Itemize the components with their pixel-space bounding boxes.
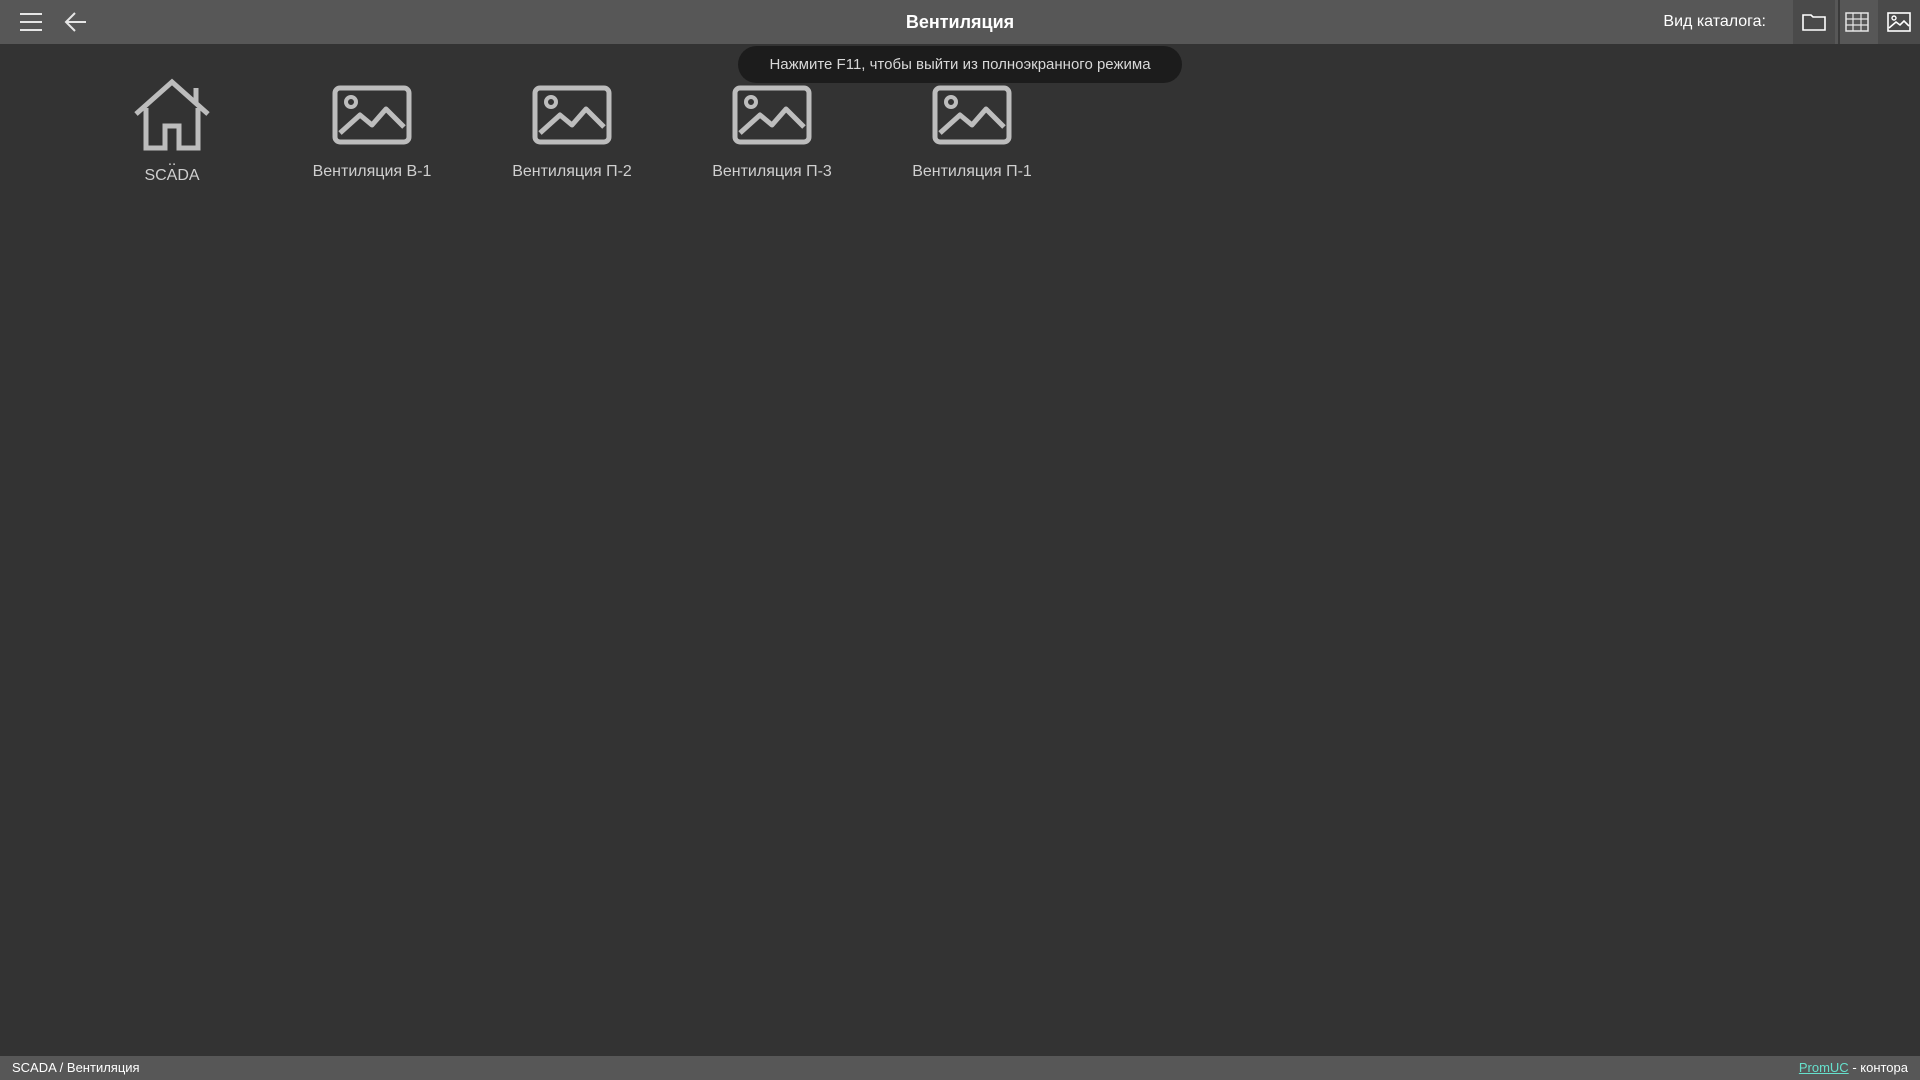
catalog-item-ventilation-p1[interactable]: Вентиляция П-1 xyxy=(872,76,1072,206)
breadcrumb: SCADA / Вентиляция xyxy=(12,1060,140,1075)
catalog-item-label: Вентиляция П-3 xyxy=(712,163,832,180)
brand-link[interactable]: PromUC xyxy=(1799,1060,1849,1075)
catalog-item-label: Вентиляция П-2 xyxy=(512,163,632,180)
brand-suffix: - контора xyxy=(1848,1060,1908,1075)
catalog-item-parent-scada[interactable]: .. SCADA xyxy=(72,76,272,206)
view-folder-button[interactable] xyxy=(1793,0,1835,44)
catalog-item-ventilation-p3[interactable]: Вентиляция П-3 xyxy=(672,76,872,206)
icon-container xyxy=(532,76,612,154)
app-header: Вентиляция Вид каталога: xyxy=(0,0,1920,44)
icon-container xyxy=(932,76,1012,154)
view-table-button[interactable] xyxy=(1836,0,1878,44)
image-icon xyxy=(932,85,1012,145)
view-image-button[interactable] xyxy=(1878,0,1920,44)
image-icon xyxy=(332,85,412,145)
catalog-item-label: Вентиляция П-1 xyxy=(912,163,1032,180)
catalog-grid: .. SCADA Вентиляция В-1 Вентиляция П-2 В… xyxy=(72,76,1072,206)
catalog-view-label: Вид каталога: xyxy=(1663,13,1766,30)
icon-container xyxy=(332,76,412,154)
image-icon xyxy=(1887,12,1911,32)
image-icon xyxy=(532,85,612,145)
arrow-left-icon xyxy=(64,12,86,32)
icon-container xyxy=(132,76,212,154)
catalog-item-label: SCADA xyxy=(144,167,200,184)
back-button[interactable] xyxy=(54,0,98,44)
status-bar: SCADA / Вентиляция PromUC - контора xyxy=(0,1056,1920,1080)
parent-dots: .. xyxy=(167,152,177,169)
brand-info: PromUC - контора xyxy=(1799,1056,1908,1080)
image-icon xyxy=(732,85,812,145)
catalog-item-ventilation-p2[interactable]: Вентиляция П-2 xyxy=(472,76,672,206)
table-grid-icon xyxy=(1845,12,1869,32)
page-title: Вентиляция xyxy=(905,12,1015,32)
catalog-item-label: Вентиляция В-1 xyxy=(312,163,432,180)
menu-button[interactable] xyxy=(10,0,54,44)
home-icon xyxy=(134,78,210,151)
icon-container xyxy=(732,76,812,154)
catalog-item-ventilation-v1[interactable]: Вентиляция В-1 xyxy=(272,76,472,206)
hamburger-menu-icon xyxy=(20,13,42,31)
folder-icon xyxy=(1802,14,1826,31)
